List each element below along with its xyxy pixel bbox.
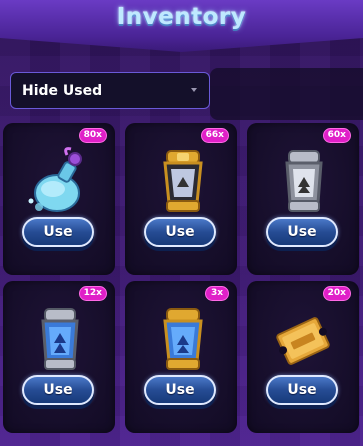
- lantern-gold-icon: [163, 150, 203, 212]
- filter-selected-value: Hide Used: [22, 82, 103, 99]
- header-backdrop: [210, 68, 363, 120]
- filter-dropdown[interactable]: Hide Used: [10, 72, 210, 109]
- ticket-icon: [276, 317, 330, 365]
- inventory-item-card: 20x Use: [247, 281, 359, 433]
- use-button[interactable]: Use: [22, 217, 94, 247]
- inventory-item-card: 60x Use: [247, 123, 359, 275]
- chevron-down-icon: [191, 88, 197, 92]
- use-button[interactable]: Use: [266, 375, 338, 405]
- inventory-item-card: 12x Use: [3, 281, 115, 433]
- inventory-item-card: 3x Use: [125, 281, 237, 433]
- inventory-header: Inventory: [0, 0, 363, 52]
- page-title: Inventory: [116, 4, 247, 30]
- use-button[interactable]: Use: [144, 375, 216, 405]
- inventory-grid: 80x Use 66x Use 60x Use 12x Use 3x Use 2…: [0, 118, 363, 446]
- use-button[interactable]: Use: [266, 217, 338, 247]
- inventory-item-card: 80x Use: [3, 123, 115, 275]
- use-button[interactable]: Use: [144, 217, 216, 247]
- lantern-bluegold-icon: [163, 308, 203, 370]
- inventory-item-card: 66x Use: [125, 123, 237, 275]
- lantern-silver-icon: [285, 150, 323, 212]
- use-button[interactable]: Use: [22, 375, 94, 405]
- potion-icon: [28, 147, 82, 212]
- lantern-blue-icon: [41, 308, 79, 370]
